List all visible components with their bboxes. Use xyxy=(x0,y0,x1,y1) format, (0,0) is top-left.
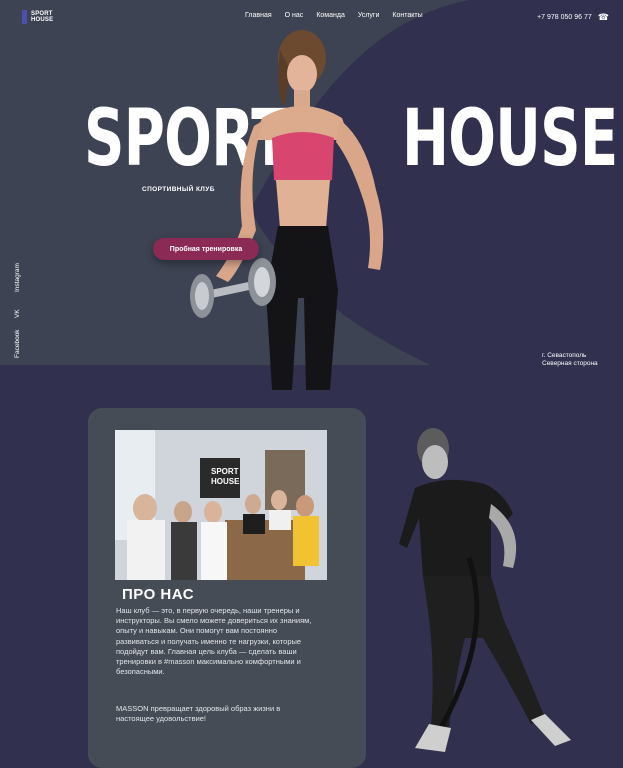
social-link-facebook[interactable]: Facebook xyxy=(14,329,21,358)
phone-contact[interactable]: +7 978 050 96 77 ☎ xyxy=(537,12,609,23)
phone-number[interactable]: +7 978 050 96 77 xyxy=(537,14,592,21)
location-line-1: г. Севастополь xyxy=(542,352,587,359)
main-nav: Главная О нас Команда Услуги Контакты xyxy=(245,12,423,19)
logo[interactable]: SPORT HOUSE xyxy=(22,10,53,24)
nav-item-services[interactable]: Услуги xyxy=(358,12,380,19)
social-link-vk[interactable]: VK xyxy=(14,309,21,318)
trainer-image xyxy=(399,428,571,752)
social-links: Instagram VK Facebook xyxy=(14,262,28,362)
team-photo-image: SPORT HOUSE xyxy=(115,430,327,580)
hero-athlete-image xyxy=(190,30,384,390)
logo-line-2: HOUSE xyxy=(31,17,54,23)
logo-text: SPORT HOUSE xyxy=(31,11,53,23)
hero-subtitle: СПОРТИВНЫЙ КЛУБ xyxy=(142,186,215,193)
team-photo: SPORT HOUSE xyxy=(115,430,327,580)
nav-item-home[interactable]: Главная xyxy=(245,12,272,19)
logo-mark xyxy=(22,10,27,24)
location-line-2: Северная сторона xyxy=(542,360,598,367)
nav-item-contacts[interactable]: Контакты xyxy=(392,12,422,19)
photo-sign-sport: SPORT xyxy=(211,467,239,476)
about-title: ПРО НАС xyxy=(122,586,195,603)
location-address: г. Севастополь Северная сторона xyxy=(542,352,598,368)
photo-sign-house: HOUSE xyxy=(211,477,240,486)
trial-workout-button[interactable]: Пробная тренировка xyxy=(153,238,259,260)
about-paragraph-1: Наш клуб — это, в первую очередь, наши т… xyxy=(116,606,312,677)
phone-icon[interactable]: ☎ xyxy=(598,12,609,23)
social-link-instagram[interactable]: Instagram xyxy=(14,263,21,292)
nav-item-about[interactable]: О нас xyxy=(285,12,304,19)
about-paragraph-2: MASSON превращает здоровый образ жизни в… xyxy=(116,704,281,724)
nav-item-team[interactable]: Команда xyxy=(316,12,345,19)
